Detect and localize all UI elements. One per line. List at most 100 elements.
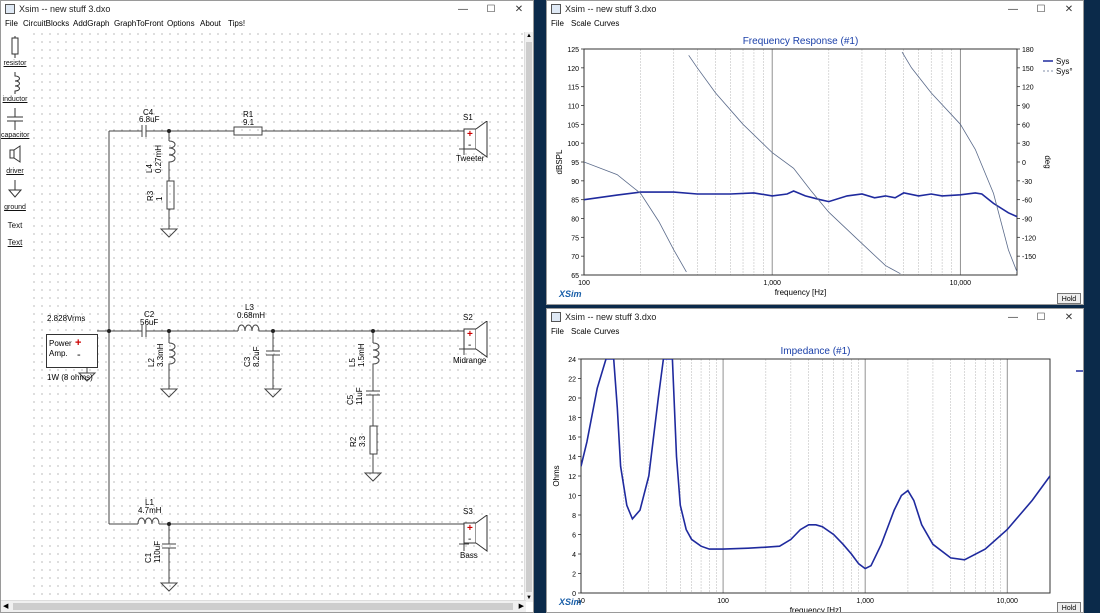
menu-scale[interactable]: Scale <box>571 327 591 336</box>
x-tick-label: 10,000 <box>950 280 972 287</box>
r2-value: 3.3 <box>358 435 367 447</box>
tool-resistor[interactable]: resistor <box>1 36 31 67</box>
minimize-button[interactable]: — <box>999 309 1027 326</box>
l2-name: L2 <box>147 358 156 367</box>
window-title: Xsim -- new stuff 3.dxo <box>19 4 111 14</box>
legend-label: Sys° <box>1056 67 1073 76</box>
hold-button[interactable]: Hold <box>1057 602 1081 612</box>
y-tick-label: 2 <box>572 572 576 579</box>
power-amp-voltage: 2.828Vrms <box>47 314 86 323</box>
vertical-scrollbar[interactable]: ▲ ▼ <box>524 32 533 602</box>
frequency-response-chart[interactable]: 125 120 115 110 105 100 95 90 85 80 75 70 65 180 150 12… <box>547 31 1083 304</box>
power-amp-power: 1W (8 ohms) <box>47 373 93 382</box>
r2-text: R2 3.3 <box>349 436 367 447</box>
impedance-chart[interactable]: 24222018161412108642010 100 1,000 10,000Imp… <box>547 339 1083 612</box>
svg-text:+: + <box>467 523 473 534</box>
ground-icon <box>7 180 23 198</box>
frequency-response-window: Xsim -- new stuff 3.dxo — ☐ ✕ File Scale… <box>546 0 1084 305</box>
tool-text-underlined[interactable]: Text <box>1 238 29 247</box>
y2-tick-label: -150 <box>1022 254 1036 261</box>
c1-name: C1 <box>144 552 153 563</box>
window-title: Xsim -- new stuff 3.dxo <box>565 4 657 14</box>
y-tick-label: 12 <box>568 474 576 481</box>
y2-tick-label: 30 <box>1022 141 1030 148</box>
power-amp-plus: + <box>75 337 82 349</box>
tool-capacitor[interactable]: capacitor <box>1 108 31 139</box>
chart-title: Impedance (#1) <box>780 346 850 357</box>
power-amp-block[interactable]: Power Amp. + - <box>46 334 98 368</box>
menu-file[interactable]: File <box>5 19 18 28</box>
y-tick-label: 8 <box>572 513 576 520</box>
l2-text: L2 3.3mH <box>147 343 165 367</box>
title-bar: Xsim -- new stuff 3.dxo — ☐ ✕ <box>547 309 1083 326</box>
y-tick-label: 24 <box>568 357 576 364</box>
hold-button[interactable]: Hold <box>1057 293 1081 304</box>
scroll-right-arrow[interactable]: ▶ <box>519 602 524 610</box>
tool-label: driver <box>6 168 24 175</box>
l2-value: 3.3mH <box>156 343 165 367</box>
c2-value: 56uF <box>140 318 159 327</box>
minimize-button[interactable]: — <box>449 1 477 18</box>
maximize-button[interactable]: ☐ <box>477 1 505 18</box>
menu-scale[interactable]: Scale <box>571 19 591 28</box>
driver-s1[interactable]: S1 + - Tweeter <box>453 113 493 163</box>
resistor-icon <box>11 36 19 58</box>
menu-curves[interactable]: Curves <box>594 19 619 28</box>
close-button[interactable]: ✕ <box>505 1 533 18</box>
x-tick-label: 100 <box>578 280 590 287</box>
y2-tick-label: 120 <box>1022 85 1034 92</box>
tool-inductor[interactable]: inductor <box>1 72 31 103</box>
y-tick-label: 14 <box>568 455 576 462</box>
close-button[interactable]: ✕ <box>1055 1 1083 18</box>
menu-file[interactable]: File <box>551 19 564 28</box>
x-tick-label: 100 <box>717 598 729 605</box>
y-tick-label: 6 <box>572 533 576 540</box>
toolbox: resistor inductor capacitor driver groun… <box>1 32 31 602</box>
speaker-icon: +- <box>463 321 488 358</box>
scroll-left-arrow[interactable]: ◀ <box>3 602 8 610</box>
menu-addgraph[interactable]: AddGraph <box>73 19 109 28</box>
menu-circuitblocks[interactable]: CircuitBlocks <box>23 19 69 28</box>
scroll-down-arrow[interactable]: ▼ <box>525 594 533 602</box>
horizontal-scrollbar[interactable]: ◀ ▶ <box>1 600 526 612</box>
schematic-window: Xsim -- new stuff 3.dxo — ☐ ✕ File Circu… <box>0 0 534 613</box>
title-bar: Xsim -- new stuff 3.dxo — ☐ ✕ <box>1 1 533 18</box>
svg-text:+: + <box>467 129 473 140</box>
driver-label: Tweeter <box>456 154 485 163</box>
horizontal-scroll-thumb[interactable] <box>13 603 513 610</box>
maximize-button[interactable]: ☐ <box>1027 309 1055 326</box>
menu-about[interactable]: About <box>200 19 221 28</box>
menu-tips[interactable]: Tips! <box>228 19 245 28</box>
l4-value: 0.27mH <box>154 144 163 173</box>
minimize-button[interactable]: — <box>999 1 1027 18</box>
vertical-scroll-thumb[interactable] <box>526 42 532 592</box>
y-tick-label: 105 <box>567 122 579 129</box>
driver-s2[interactable]: S2 + - Midrange <box>453 313 493 365</box>
window-title: Xsim -- new stuff 3.dxo <box>565 312 657 322</box>
menu-graphtofront[interactable]: GraphToFront <box>114 19 163 28</box>
svg-text:-: - <box>468 340 471 351</box>
driver-label: Bass <box>460 551 478 560</box>
scroll-up-arrow[interactable]: ▲ <box>525 32 533 40</box>
menu-file[interactable]: File <box>551 327 564 336</box>
r3-text: R3 1 <box>146 191 164 201</box>
close-button[interactable]: ✕ <box>1055 309 1083 326</box>
c1-value: 110uF <box>153 540 162 563</box>
tool-ground[interactable]: ground <box>1 180 31 211</box>
c5-name: C5 <box>346 394 355 405</box>
menu-options[interactable]: Options <box>167 19 195 28</box>
y-tick-label: 20 <box>568 396 576 403</box>
tool-label: ground <box>4 204 26 211</box>
y-tick-label: 70 <box>571 254 579 261</box>
tool-driver[interactable]: driver <box>1 144 31 175</box>
maximize-button[interactable]: ☐ <box>1027 1 1055 18</box>
tool-text[interactable]: Text <box>1 221 29 230</box>
r3-value: 1 <box>155 196 164 201</box>
tool-label: capacitor <box>1 132 30 139</box>
c3-text: C3 8.2uF <box>243 347 261 367</box>
menu-curves[interactable]: Curves <box>594 327 619 336</box>
driver-s3[interactable]: S3 + - Bass <box>453 507 493 561</box>
y-tick-label: 115 <box>568 85 579 92</box>
tool-label: inductor <box>2 96 28 103</box>
y-tick-label: 120 <box>567 66 579 73</box>
